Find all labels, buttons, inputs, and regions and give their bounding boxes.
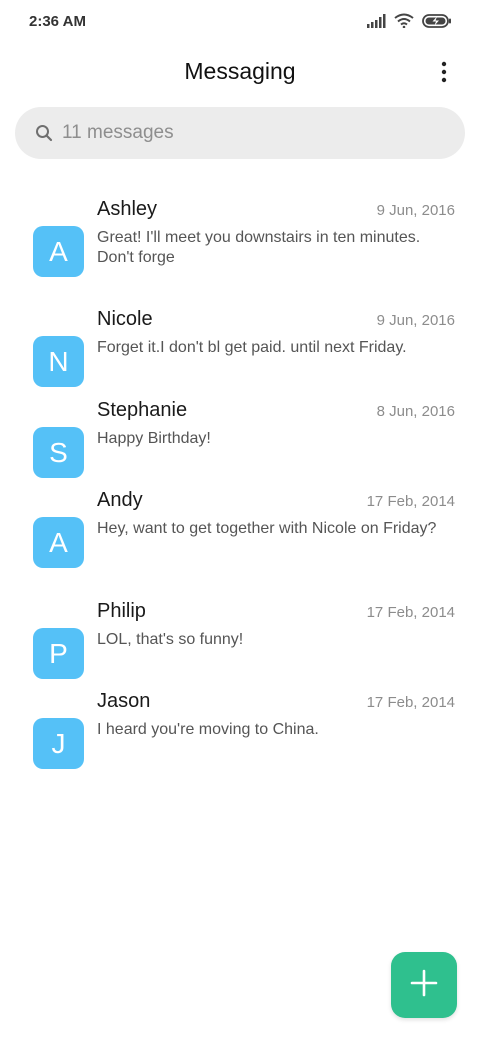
contact-name: Ashley [97,198,158,220]
message-date: 8 Jun, 2016 [376,403,455,420]
contact-name: Philip [97,600,146,622]
page-title: Messaging [184,58,296,84]
status-time: 2:36 AM [29,13,86,30]
search-placeholder: 11 messages [62,122,174,143]
search-icon [33,122,55,144]
contact-name: Stephanie [97,399,188,421]
wifi-icon [394,13,414,33]
message-preview: LOL, that's so funny! [97,631,244,648]
new-message-button[interactable] [391,952,457,1018]
contact-name: Andy [97,489,143,511]
message-date: 9 Jun, 2016 [376,312,455,329]
more-options-button[interactable] [432,58,456,86]
app-header: Messaging [0,52,480,92]
more-vertical-icon [432,61,456,90]
avatar: A [33,226,84,277]
message-preview: Great! I'll meet you downstairs in ten m… [97,229,421,266]
conversation-item[interactable]: A Andy 17 Feb, 2014 Hey, want to get tog… [0,489,480,579]
message-date: 17 Feb, 2014 [366,694,455,711]
conversation-item[interactable]: A Ashley 9 Jun, 2016 Great! I'll meet yo… [0,198,480,288]
signal-icon [366,13,386,33]
message-preview: Hey, want to get together with Nicole on… [97,520,437,537]
message-preview: Happy Birthday! [97,430,211,447]
conversation-item[interactable]: P Philip 17 Feb, 2014 LOL, that's so fun… [0,600,480,679]
message-date: 17 Feb, 2014 [366,493,455,510]
search-input[interactable]: 11 messages [15,107,465,159]
avatar: S [33,427,84,478]
plus-icon [409,968,439,1003]
conversation-item[interactable]: J Jason 17 Feb, 2014 I heard you're movi… [0,690,480,769]
message-date: 17 Feb, 2014 [366,604,455,621]
message-date: 9 Jun, 2016 [376,202,455,219]
conversation-item[interactable]: S Stephanie 8 Jun, 2016 Happy Birthday! [0,399,480,478]
avatar: N [33,336,84,387]
message-preview: Forget it.I don't bl get paid. until nex… [97,339,407,356]
status-icons [366,13,452,33]
status-bar: 2:36 AM [0,0,480,44]
conversation-item[interactable]: N Nicole 9 Jun, 2016 Forget it.I don't b… [0,308,480,387]
contact-name: Jason [97,690,151,712]
message-preview: I heard you're moving to China. [97,721,319,738]
battery-charging-icon [422,13,452,33]
avatar: A [33,517,84,568]
messaging-screen: 2:36 AM Messaging 11 messages A Ashley 9… [0,0,480,1040]
avatar: P [33,628,84,679]
avatar: J [33,718,84,769]
contact-name: Nicole [97,308,153,330]
